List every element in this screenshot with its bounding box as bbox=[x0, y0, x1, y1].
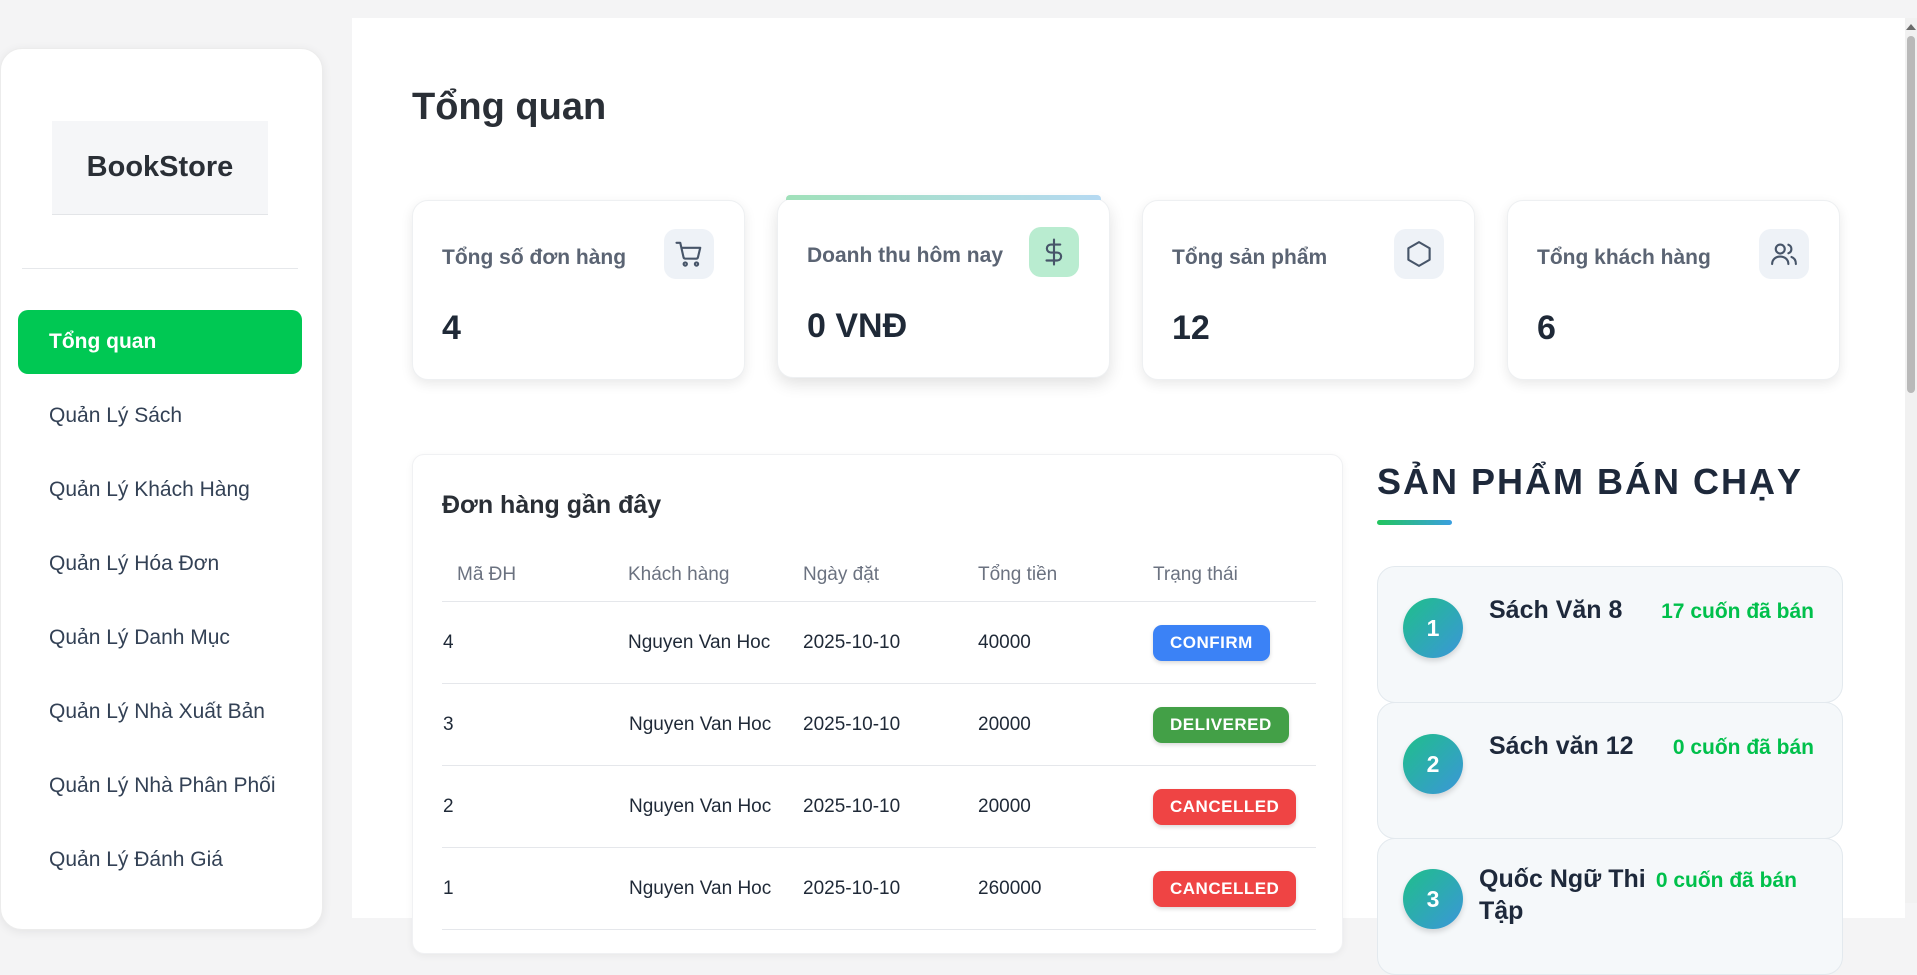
rank-badge: 3 bbox=[1403, 869, 1463, 929]
sidebar-item-books[interactable]: Quản Lý Sách bbox=[18, 384, 302, 448]
column-header: Mã ĐH bbox=[442, 549, 628, 602]
bestseller-name: Sách Văn 8 bbox=[1489, 596, 1623, 624]
table-row[interactable]: 3 Nguyen Van Hoc 2025-10-10 20000 DELIVE… bbox=[442, 683, 1316, 766]
sidebar-item-label: Quản Lý Hóa Đơn bbox=[49, 552, 220, 575]
stat-value: 0 VNĐ bbox=[807, 307, 908, 345]
stat-card-products: Tổng sản phẩm 12 bbox=[1142, 200, 1475, 380]
order-id: 3 bbox=[442, 683, 628, 766]
sidebar-item-invoices[interactable]: Quản Lý Hóa Đơn bbox=[18, 532, 302, 596]
bestsellers-title: SẢN PHẨM BÁN CHẠY bbox=[1377, 461, 1804, 502]
order-customer: Nguyen Van Hoc bbox=[628, 765, 802, 848]
sidebar-item-overview[interactable]: Tổng quan bbox=[18, 310, 302, 374]
order-id: 1 bbox=[442, 847, 628, 930]
order-date: 2025-10-10 bbox=[802, 765, 977, 848]
rank-badge: 1 bbox=[1403, 598, 1463, 658]
sidebar-item-publishers[interactable]: Quản Lý Nhà Xuất Bản bbox=[18, 680, 302, 744]
table-header-row: Mã ĐH Khách hàng Ngày đặt Tổng tiền Trạn… bbox=[442, 549, 1316, 602]
order-customer: Nguyen Van Hoc bbox=[628, 847, 802, 930]
stat-value: 6 bbox=[1537, 309, 1556, 347]
box-icon bbox=[1394, 229, 1444, 279]
sidebar-item-label: Quản Lý Khách Hàng bbox=[49, 478, 250, 501]
stat-card-revenue: Doanh thu hôm nay 0 VNĐ bbox=[777, 195, 1110, 378]
sidebar-item-label: Tổng quan bbox=[49, 330, 157, 353]
stat-card-orders: Tổng số đơn hàng 4 bbox=[412, 200, 745, 380]
bestseller-sold: 0 cuốn đã bán bbox=[1672, 736, 1814, 759]
sidebar-item-label: Quản Lý Danh Mục bbox=[49, 626, 230, 649]
sidebar-item-customers[interactable]: Quản Lý Khách Hàng bbox=[18, 458, 302, 522]
bestseller-name: Sách văn 12 bbox=[1489, 732, 1634, 760]
sidebar-item-label: Quản Lý Nhà Xuất Bản bbox=[49, 700, 265, 723]
order-date: 2025-10-10 bbox=[802, 847, 977, 930]
table-row[interactable]: 2 Nguyen Van Hoc 2025-10-10 20000 CANCEL… bbox=[442, 765, 1316, 848]
sidebar-item-categories[interactable]: Quản Lý Danh Mục bbox=[18, 606, 302, 670]
main-content: Tổng quan Tổng số đơn hàng 4 Doanh thu h… bbox=[352, 18, 1905, 975]
column-header: Trạng thái bbox=[1152, 549, 1316, 602]
order-date: 2025-10-10 bbox=[802, 601, 977, 684]
table-row[interactable]: 4 Nguyen Van Hoc 2025-10-10 40000 CONFIR… bbox=[442, 601, 1316, 684]
stat-value: 4 bbox=[442, 309, 461, 347]
order-total: 20000 bbox=[977, 765, 1152, 848]
order-total: 20000 bbox=[977, 683, 1152, 766]
cart-icon bbox=[664, 229, 714, 279]
rank-badge: 2 bbox=[1403, 734, 1463, 794]
order-id: 2 bbox=[442, 765, 628, 848]
table-row[interactable]: 1 Nguyen Van Hoc 2025-10-10 260000 CANCE… bbox=[442, 847, 1316, 930]
bestseller-sold: 17 cuốn đã bán bbox=[1661, 600, 1814, 623]
status-badge[interactable]: CONFIRM bbox=[1153, 624, 1270, 661]
bestseller-sold: 0 cuốn đã bán bbox=[1655, 869, 1797, 892]
sidebar-nav: Tổng quan Quản Lý Sách Quản Lý Khách Hàn… bbox=[18, 310, 302, 902]
recent-orders-panel: Đơn hàng gần đây Mã ĐH Khách hàng Ngày đ… bbox=[412, 454, 1343, 954]
order-id: 4 bbox=[442, 601, 628, 684]
order-date: 2025-10-10 bbox=[802, 683, 977, 766]
column-header: Tổng tiền bbox=[977, 549, 1152, 602]
users-icon bbox=[1759, 229, 1809, 279]
stat-label: Tổng khách hàng bbox=[1537, 246, 1711, 269]
column-header: Ngày đặt bbox=[802, 549, 977, 602]
sidebar-item-label: Quản Lý Sách bbox=[49, 404, 183, 427]
page-title: Tổng quan bbox=[412, 86, 607, 128]
status-badge[interactable]: CANCELLED bbox=[1153, 870, 1297, 907]
stat-label: Doanh thu hôm nay bbox=[807, 244, 1003, 267]
recent-orders-title: Đơn hàng gần đây bbox=[442, 491, 662, 519]
stat-card-customers: Tổng khách hàng 6 bbox=[1507, 200, 1840, 380]
brand-logo[interactable]: BookStore bbox=[52, 121, 268, 215]
sidebar-divider bbox=[22, 268, 298, 269]
scroll-thumb[interactable] bbox=[1907, 36, 1915, 393]
stat-label: Tổng số đơn hàng bbox=[442, 246, 627, 269]
sidebar-item-label: Quản Lý Nhà Phân Phối bbox=[49, 774, 276, 797]
order-customer: Nguyen Van Hoc bbox=[628, 683, 802, 766]
sidebar: BookStore Tổng quan Quản Lý Sách Quản Lý… bbox=[0, 48, 323, 930]
dollar-icon bbox=[1029, 227, 1079, 277]
orders-table: Mã ĐH Khách hàng Ngày đặt Tổng tiền Trạn… bbox=[442, 549, 1316, 930]
order-total: 260000 bbox=[977, 847, 1152, 930]
status-badge[interactable]: CANCELLED bbox=[1153, 788, 1297, 825]
sidebar-item-distributors[interactable]: Quản Lý Nhà Phân Phối bbox=[18, 754, 302, 818]
bestseller-item[interactable]: 2 Sách văn 12 0 cuốn đã bán bbox=[1377, 702, 1843, 839]
sidebar-item-reviews[interactable]: Quản Lý Đánh Giá bbox=[18, 828, 302, 892]
stat-value: 12 bbox=[1172, 309, 1210, 347]
scroll-up-arrow-icon[interactable] bbox=[1906, 24, 1916, 30]
order-customer: Nguyen Van Hoc bbox=[628, 601, 802, 684]
page-scrollbar[interactable] bbox=[1905, 18, 1917, 903]
column-header: Khách hàng bbox=[628, 549, 802, 602]
card-accent-bar bbox=[786, 195, 1101, 200]
bestsellers-underline bbox=[1377, 520, 1452, 525]
sidebar-item-label: Quản Lý Đánh Giá bbox=[49, 848, 223, 871]
bestseller-name: Quốc Ngữ Thi Tập bbox=[1479, 865, 1646, 925]
bestseller-item[interactable]: 1 Sách Văn 8 17 cuốn đã bán bbox=[1377, 566, 1843, 703]
stat-label: Tổng sản phẩm bbox=[1172, 246, 1328, 269]
bestseller-item[interactable]: 3 Quốc Ngữ Thi Tập 0 cuốn đã bán bbox=[1377, 838, 1843, 975]
order-total: 40000 bbox=[977, 601, 1152, 684]
status-badge[interactable]: DELIVERED bbox=[1153, 706, 1289, 743]
